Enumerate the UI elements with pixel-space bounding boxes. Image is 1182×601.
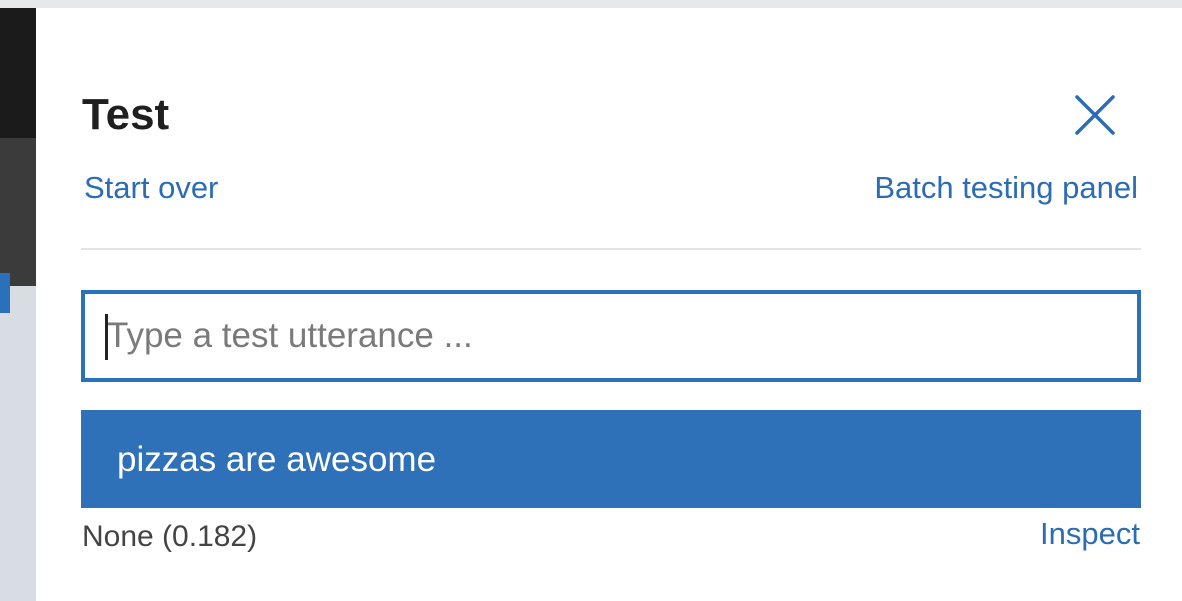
window-top-edge — [0, 0, 1182, 8]
start-over-link[interactable]: Start over — [84, 170, 218, 206]
test-panel: Test Start over Batch testing panel pizz… — [36, 8, 1182, 601]
background-app-strip — [0, 8, 36, 601]
screen: Test Start over Batch testing panel pizz… — [0, 0, 1182, 601]
tested-utterance-text: pizzas are awesome — [117, 440, 437, 479]
batch-testing-panel-link[interactable]: Batch testing panel — [874, 170, 1138, 206]
top-intent-score: None (0.182) — [82, 520, 258, 553]
close-button[interactable] — [1070, 90, 1120, 140]
text-caret — [105, 314, 108, 360]
test-utterance-input[interactable] — [85, 294, 1137, 378]
background-app-dark-mid — [0, 138, 36, 286]
inspect-link[interactable]: Inspect — [1040, 516, 1140, 552]
close-icon — [1075, 95, 1115, 135]
test-utterance-field[interactable] — [81, 290, 1141, 382]
divider — [81, 248, 1141, 250]
panel-title: Test — [82, 90, 170, 139]
background-app-accent — [0, 273, 10, 313]
tested-utterance-item[interactable]: pizzas are awesome — [81, 410, 1141, 508]
